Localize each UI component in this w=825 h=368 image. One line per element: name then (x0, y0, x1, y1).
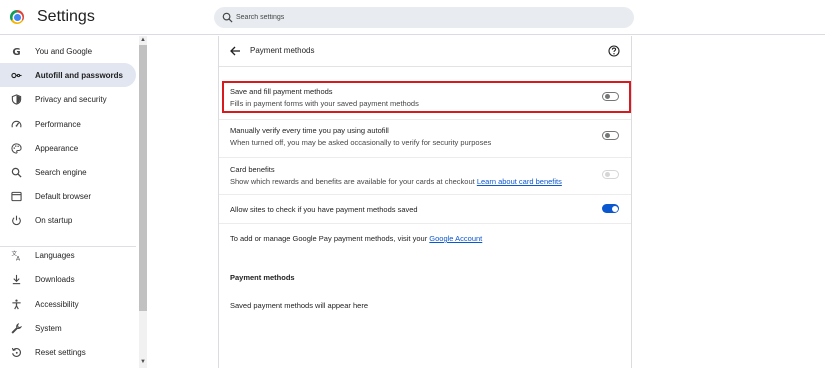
sidebar-item-label: Privacy and security (35, 94, 107, 104)
sidebar-item-system[interactable]: System (0, 316, 136, 340)
accessibility-icon (11, 299, 22, 310)
scroll-up-arrow-icon[interactable]: ▲ (140, 37, 146, 43)
google-g-icon: G (11, 46, 22, 57)
sidebar-item-on-startup[interactable]: On startup (0, 208, 136, 232)
toggle-knob (605, 94, 610, 99)
sidebar-item-label: Autofill and passwords (35, 70, 124, 80)
wrench-icon (11, 322, 22, 334)
shield-icon (11, 93, 22, 105)
sidebar-item-label: Languages (35, 250, 75, 260)
sidebar-item-label: Performance (35, 119, 81, 129)
search-icon (11, 167, 22, 178)
download-icon (11, 274, 22, 285)
card-benefits-desc-text: Show which rewards and benefits are avai… (230, 177, 475, 186)
gauge-icon (11, 119, 22, 130)
translate-icon: 文A (11, 250, 22, 261)
reset-icon (11, 347, 22, 358)
sidebar-item-default-browser[interactable]: Default browser (0, 184, 136, 208)
key-icon (11, 70, 22, 81)
svg-text:G: G (12, 47, 20, 57)
search-icon (222, 12, 233, 23)
payment-methods-section-title: Payment methods (230, 273, 295, 282)
sidebar-item-performance[interactable]: Performance (0, 112, 136, 136)
learn-card-benefits-link[interactable]: Learn about card benefits (477, 177, 562, 186)
save-and-fill-description: Fills in payment forms with your saved p… (230, 99, 419, 108)
google-pay-text: To add or manage Google Pay payment meth… (230, 234, 482, 243)
sidebar-item-label: Reset settings (35, 347, 86, 357)
sidebar-item-label: Downloads (35, 274, 75, 284)
power-icon (11, 215, 22, 226)
row-divider (219, 119, 631, 120)
sidebar-item-downloads[interactable]: Downloads (0, 267, 136, 291)
toggle-knob (612, 205, 618, 212)
allow-sites-check-toggle[interactable] (602, 204, 619, 213)
search-box[interactable] (214, 7, 634, 28)
sidebar-item-label: System (35, 323, 62, 333)
scroll-down-arrow-icon[interactable]: ▼ (140, 359, 146, 365)
sidebar-item-label: Accessibility (35, 299, 79, 309)
help-icon[interactable] (608, 45, 620, 57)
allow-sites-check-title: Allow sites to check if you have payment… (230, 205, 418, 214)
manual-verify-toggle[interactable] (602, 131, 619, 140)
sidebar-item-label: You and Google (35, 46, 93, 56)
top-bar: Settings (0, 0, 825, 35)
save-and-fill-toggle[interactable] (602, 92, 619, 101)
svg-text:A: A (16, 255, 21, 260)
sidebar-item-reset-settings[interactable]: Reset settings (0, 340, 136, 364)
sidebar-item-you-and-google[interactable]: G You and Google (0, 39, 136, 63)
search-input[interactable] (236, 10, 616, 25)
sidebar-item-accessibility[interactable]: Accessibility (0, 292, 136, 316)
save-and-fill-title: Save and fill payment methods (230, 87, 333, 96)
browser-icon (11, 191, 22, 202)
payment-methods-panel (218, 36, 632, 368)
sidebar-item-label: Search engine (35, 167, 87, 177)
back-arrow-icon[interactable] (229, 45, 241, 57)
empty-payment-methods-text: Saved payment methods will appear here (230, 301, 368, 310)
sidebar-item-privacy-and-security[interactable]: Privacy and security (0, 87, 136, 111)
manual-verify-title: Manually verify every time you pay using… (230, 126, 389, 135)
row-divider (219, 194, 631, 195)
card-benefits-title: Card benefits (230, 165, 275, 174)
sidebar-item-languages[interactable]: 文A Languages (0, 243, 136, 267)
sidebar-item-label: On startup (35, 215, 73, 225)
sidebar-item-autofill-and-passwords[interactable]: Autofill and passwords (0, 63, 136, 87)
manual-verify-description: When turned off, you may be asked occasi… (230, 138, 492, 147)
toggle-knob (605, 133, 610, 138)
google-account-link[interactable]: Google Account (429, 234, 482, 243)
sidebar: G You and Google Autofill and passwords … (0, 36, 138, 368)
sidebar-item-label: Default browser (35, 191, 92, 201)
chrome-logo-icon (10, 10, 24, 24)
toggle-knob (605, 172, 610, 177)
sidebar-item-appearance[interactable]: Appearance (0, 136, 136, 160)
row-divider (219, 223, 631, 224)
card-benefits-toggle[interactable] (602, 170, 619, 179)
google-pay-desc: To add or manage Google Pay payment meth… (230, 234, 428, 243)
header-divider (219, 66, 631, 67)
sidebar-item-search-engine[interactable]: Search engine (0, 160, 136, 184)
card-benefits-description: Show which rewards and benefits are avai… (230, 177, 562, 186)
row-divider (219, 157, 631, 158)
palette-icon (11, 142, 22, 154)
app-title: Settings (37, 8, 95, 25)
sidebar-item-label: Appearance (35, 143, 79, 153)
page-title: Payment methods (250, 46, 315, 55)
sidebar-scrollbar-thumb[interactable] (139, 45, 147, 311)
